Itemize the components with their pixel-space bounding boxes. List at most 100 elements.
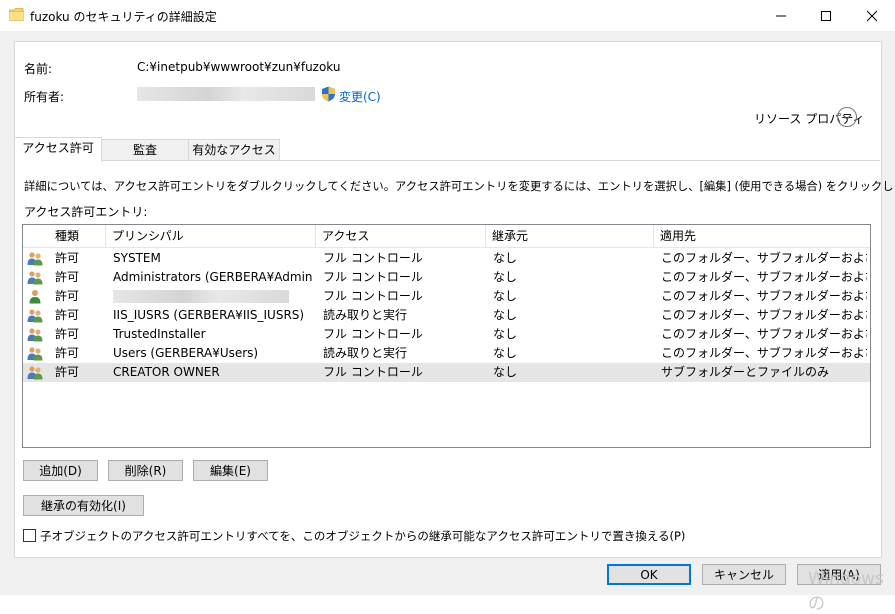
- column-label: プリンシパル: [112, 229, 184, 243]
- cell-type: 許可: [55, 365, 80, 379]
- permission-entry-row[interactable]: 許可 CREATOR OWNER フル コントロール なし サブフォルダーとファイルのみ: [23, 363, 870, 382]
- permission-entry-row[interactable]: 許可 Users (GERBERA¥Users) 読み取りと実行 なし このフォルダー、…: [23, 344, 870, 363]
- column-access[interactable]: アクセス: [316, 225, 486, 247]
- button-label: 継承の有効化(I): [41, 499, 126, 513]
- users-icon: [27, 270, 43, 285]
- cell-inherited: なし: [493, 251, 518, 265]
- minimize-icon: [776, 15, 786, 16]
- cell-access: フル コントロール: [323, 251, 423, 265]
- object-path: C:¥inetpub¥wwwroot¥zun¥fuzoku: [137, 60, 341, 74]
- cell-access: フル コントロール: [323, 270, 423, 284]
- cancel-button[interactable]: キャンセル: [702, 564, 786, 585]
- cell-applies: このフォルダー、サブフォルダーおよびファイル: [661, 327, 867, 341]
- cell-applies: このフォルダー、サブフォルダーおよびファイル: [661, 251, 867, 265]
- cell-access: フル コントロール: [323, 289, 423, 303]
- replace-child-permissions-label[interactable]: 子オブジェクトのアクセス許可エントリすべてを、このオブジェクトからの継承可能なア…: [40, 528, 685, 544]
- cell-access: フル コントロール: [323, 365, 423, 379]
- expand-resource-properties[interactable]: [837, 107, 857, 127]
- cell-principal: Administrators (GERBERA¥Administr...: [113, 270, 313, 284]
- change-owner-link[interactable]: 変更(C): [339, 88, 381, 105]
- button-label: OK: [640, 568, 658, 582]
- cell-principal: IIS_IUSRS (GERBERA¥IIS_IUSRS): [113, 308, 305, 322]
- cell-applies: サブフォルダーとファイルのみ: [661, 365, 830, 379]
- button-label: キャンセル: [713, 568, 774, 582]
- user-icon: [27, 289, 43, 304]
- cell-inherited: なし: [493, 308, 518, 322]
- maximize-icon: [821, 10, 831, 21]
- column-label: アクセス: [322, 229, 370, 243]
- cell-type: 許可: [55, 327, 80, 341]
- cell-principal: TrustedInstaller: [113, 327, 206, 341]
- principal-redacted: [113, 290, 289, 303]
- tab-label: 監査: [132, 143, 157, 157]
- cell-type: 許可: [55, 270, 80, 284]
- enable-inheritance-button[interactable]: 継承の有効化(I): [23, 495, 144, 516]
- tab-auditing[interactable]: 監査: [100, 139, 190, 161]
- users-icon: [27, 327, 43, 342]
- cell-applies: このフォルダー、サブフォルダーおよびファイル: [661, 308, 867, 322]
- owner-label: 所有者:: [24, 90, 65, 104]
- list-header: 種類 プリンシパル アクセス 継承元 適用先: [23, 225, 870, 248]
- add-button[interactable]: 追加(D): [23, 460, 98, 481]
- folder-icon: [9, 8, 24, 21]
- tab-permissions[interactable]: アクセス許可: [14, 137, 102, 162]
- cell-access: フル コントロール: [323, 327, 423, 341]
- button-label: 編集(E): [210, 464, 251, 478]
- cell-principal: Users (GERBERA¥Users): [113, 346, 259, 360]
- ok-button[interactable]: OK: [607, 564, 691, 585]
- close-button[interactable]: [849, 0, 895, 31]
- cell-applies: このフォルダー、サブフォルダーおよびファイル: [661, 270, 867, 284]
- permission-entry-row[interactable]: 許可 IIS_IUSRS (GERBERA¥IIS_IUSRS) 読み取りと実行 なし…: [23, 306, 870, 325]
- shield-icon: [322, 86, 335, 102]
- close-icon: [866, 10, 878, 21]
- window-title: fuzoku のセキュリティの詳細設定: [30, 10, 217, 24]
- cell-inherited: なし: [493, 270, 518, 284]
- tab-divider: [14, 160, 880, 161]
- column-label: 種類: [55, 229, 80, 243]
- cell-inherited: なし: [493, 365, 518, 379]
- dialog-body: 名前: C:¥inetpub¥wwwroot¥zun¥fuzoku 所有者: 変…: [0, 31, 895, 614]
- cell-access: 読み取りと実行: [323, 346, 408, 360]
- entries-label: アクセス許可エントリ:: [24, 205, 148, 219]
- button-label: 追加(D): [39, 464, 82, 478]
- chevron-down-icon: [842, 114, 852, 120]
- users-icon: [27, 365, 43, 380]
- activation-watermark: Windows の: [808, 569, 884, 614]
- cell-applies: このフォルダー、サブフォルダーおよびファイル: [661, 346, 867, 360]
- maximize-button[interactable]: [803, 0, 849, 31]
- cell-principal: SYSTEM: [113, 251, 161, 265]
- tab-effective-access[interactable]: 有効なアクセス: [188, 139, 280, 161]
- replace-child-permissions-checkbox[interactable]: [23, 529, 36, 542]
- permission-entry-row[interactable]: 許可 TrustedInstaller フル コントロール なし このフォルダー、サブフ…: [23, 325, 870, 344]
- users-icon: [27, 308, 43, 323]
- tab-label: 有効なアクセス: [192, 143, 276, 157]
- owner-redacted: [137, 87, 315, 101]
- column-label: 継承元: [492, 229, 529, 243]
- cell-inherited: なし: [493, 346, 518, 360]
- cell-type: 許可: [55, 251, 80, 265]
- cell-type: 許可: [55, 308, 80, 322]
- users-icon: [27, 346, 43, 361]
- minimize-button[interactable]: [758, 0, 804, 31]
- cell-inherited: なし: [493, 327, 518, 341]
- cell-applies: このフォルダー、サブフォルダーおよびファイル: [661, 289, 867, 303]
- cell-access: 読み取りと実行: [323, 308, 408, 322]
- permission-entry-row[interactable]: 許可 Administrators (GERBERA¥Administr... フル…: [23, 268, 870, 287]
- tab-label: アクセス許可: [22, 141, 94, 155]
- column-applies-to[interactable]: 適用先: [654, 225, 870, 247]
- edit-button[interactable]: 編集(E): [193, 460, 268, 481]
- button-label: 削除(R): [124, 464, 167, 478]
- column-principal[interactable]: プリンシパル: [106, 225, 316, 247]
- cell-type: 許可: [55, 346, 80, 360]
- column-inherited-from[interactable]: 継承元: [486, 225, 654, 247]
- name-label: 名前:: [24, 62, 53, 76]
- cell-principal: CREATOR OWNER: [113, 365, 220, 379]
- remove-button[interactable]: 削除(R): [108, 460, 183, 481]
- permission-entry-row[interactable]: 許可 フル コントロール なし このフォルダー、サブフォルダーおよびファイル: [23, 287, 870, 306]
- title-bar: fuzoku のセキュリティの詳細設定: [0, 0, 895, 31]
- permission-entries-list[interactable]: 種類 プリンシパル アクセス 継承元 適用先 許可 SYSTEM フル コントロール…: [22, 224, 871, 448]
- permission-entry-row[interactable]: 許可 SYSTEM フル コントロール なし このフォルダー、サブフォルダーおよびファイ…: [23, 249, 870, 268]
- users-icon: [27, 251, 43, 266]
- column-type[interactable]: 種類: [49, 225, 106, 247]
- cell-inherited: なし: [493, 289, 518, 303]
